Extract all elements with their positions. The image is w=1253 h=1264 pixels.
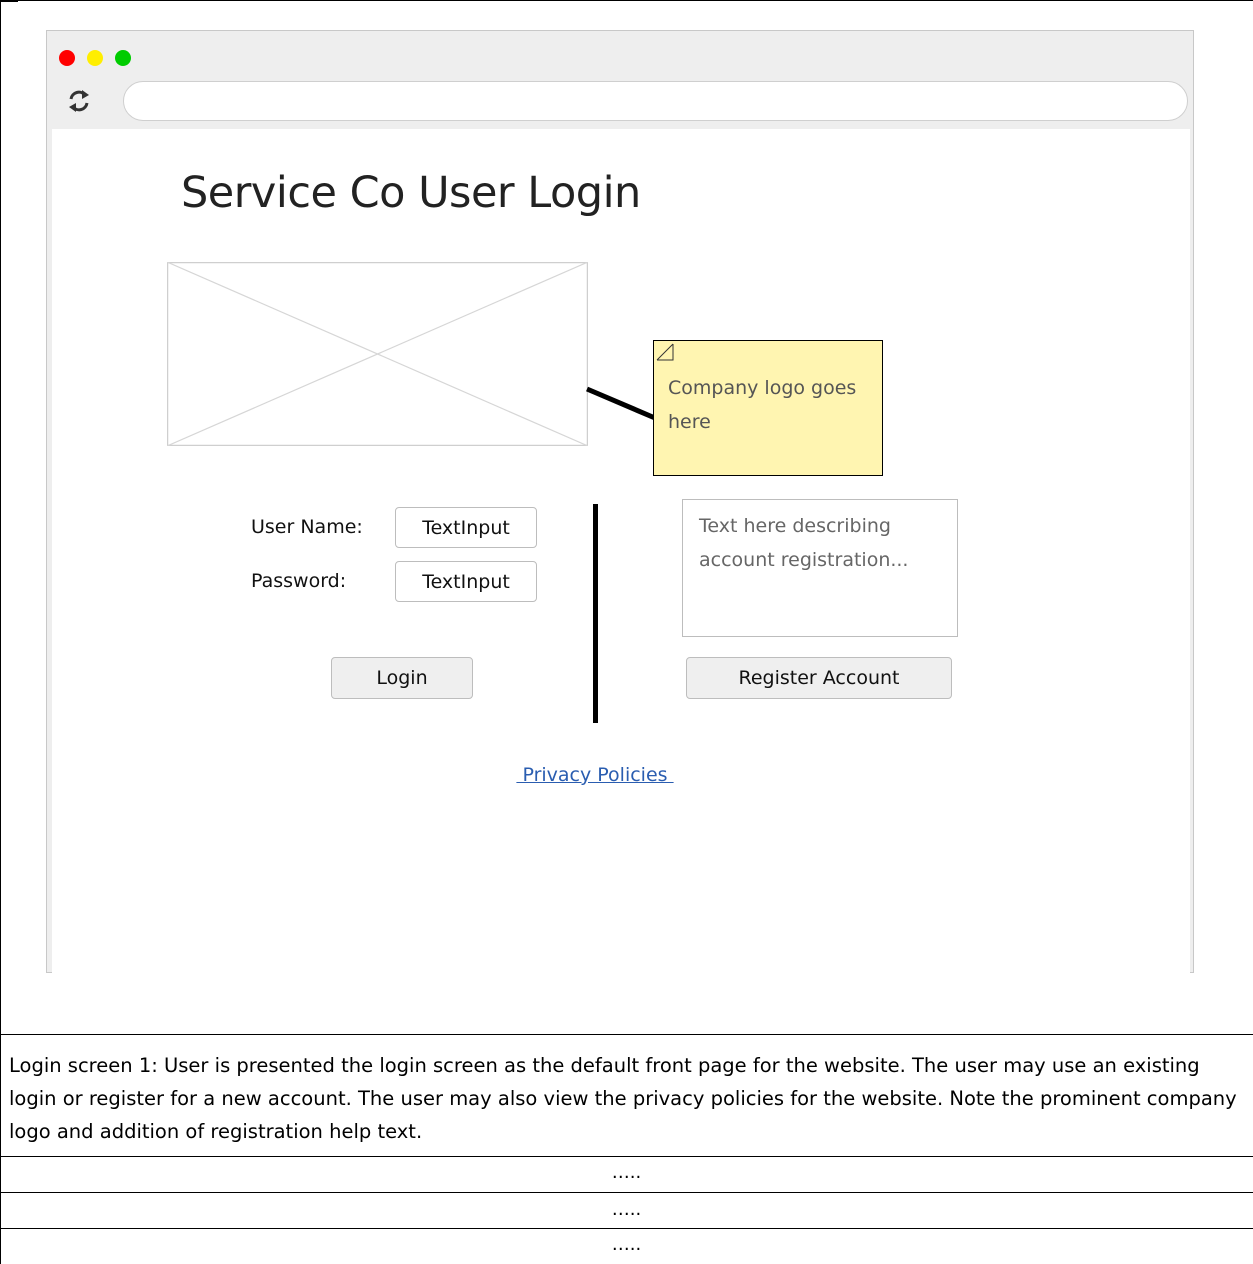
username-input[interactable]: TextInput — [395, 507, 537, 548]
table-row-divider — [0, 1228, 1253, 1229]
address-bar[interactable] — [123, 81, 1188, 121]
table-row-placeholder: ….. — [611, 1162, 642, 1183]
reload-icon[interactable] — [65, 87, 93, 115]
password-label: Password: — [251, 570, 347, 592]
password-input[interactable]: TextInput — [395, 561, 537, 602]
username-label: User Name: — [251, 516, 363, 538]
maximize-window-icon[interactable] — [115, 50, 131, 66]
table-row-divider — [0, 1034, 1253, 1035]
section-divider — [593, 504, 598, 723]
note-text: Company logo goes here — [668, 377, 857, 433]
minimize-window-icon[interactable] — [87, 50, 103, 66]
table-row-divider — [0, 1156, 1253, 1157]
reload-icon-graphic — [69, 90, 89, 112]
browser-viewport — [52, 129, 1190, 981]
image-placeholder-icon — [167, 262, 588, 446]
table-row-divider — [0, 1192, 1253, 1193]
close-window-icon[interactable] — [59, 50, 75, 66]
login-button[interactable]: Login — [331, 657, 473, 699]
note-fold-icon — [656, 343, 674, 361]
table-row-placeholder: ….. — [611, 1199, 642, 1220]
register-account-button[interactable]: Register Account — [686, 657, 952, 699]
table-row-placeholder: ….. — [611, 1234, 642, 1255]
registration-description: Text here describing account registratio… — [682, 499, 958, 637]
page-title: Service Co User Login — [181, 168, 641, 218]
annotation-note: Company logo goes here — [653, 340, 883, 476]
privacy-policies-link[interactable]: Privacy Policies — [511, 764, 679, 786]
screen-caption: Login screen 1: User is presented the lo… — [9, 1054, 1237, 1143]
table-corner-tick — [0, 0, 18, 2]
